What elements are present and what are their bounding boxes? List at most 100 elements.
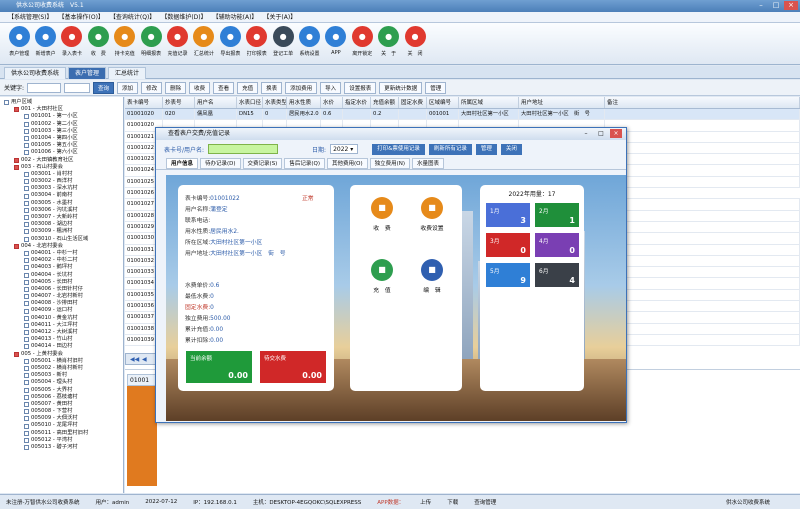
action-3[interactable]: ■ 编 辑	[412, 259, 452, 299]
column-header[interactable]: 指定水价	[343, 97, 371, 108]
column-header[interactable]: 区域编号	[427, 97, 459, 108]
tree-node[interactable]: 002 - 大田镇教育社区	[0, 157, 123, 164]
column-header[interactable]: 水表类型	[263, 97, 287, 108]
column-header[interactable]: 用户地址	[519, 97, 605, 108]
tree-node[interactable]: 005005 - 大界村	[0, 387, 123, 394]
tab-0[interactable]: 供水公司收费系统	[4, 67, 67, 79]
table-row[interactable]: 01001020 020 儒凤凰 DN15 0 居民用水2.0 0.6 0.2 001001 大田…	[125, 109, 800, 121]
tree-node[interactable]: 004014 - 田边村	[0, 343, 123, 350]
toolbar-button[interactable]: ● 充值记录	[164, 23, 190, 65]
dialog-tab[interactable]: 水量图表	[412, 158, 445, 169]
tree-node[interactable]: 003004 - 前南村	[0, 192, 123, 199]
menu-item[interactable]: 【系统管理(S)】	[8, 12, 53, 22]
toolbar-button[interactable]: ● 表户管理	[6, 23, 32, 65]
dialog-tab[interactable]: 其他费用(O)	[326, 158, 368, 169]
tree-node[interactable]: 003 - 石山村委会	[0, 164, 123, 171]
tree-node[interactable]: 005007 - 黄田村	[0, 401, 123, 408]
tab-2[interactable]: 汇总统计	[108, 67, 147, 79]
month-tile[interactable]: 1月 3	[486, 203, 530, 227]
action-button[interactable]: 充值	[237, 81, 259, 94]
dialog-tab[interactable]: 交费记录(S)	[242, 158, 283, 169]
maximize-button[interactable]: □	[769, 1, 783, 10]
toolbar-button[interactable]: ● 录入表卡	[59, 23, 85, 65]
action-button[interactable]: 导入	[320, 81, 342, 94]
dialog-tab[interactable]: 售后记录(Q)	[284, 158, 325, 169]
tree-node[interactable]: 004 - 北岩村委会	[0, 243, 123, 250]
keyword-input[interactable]	[27, 82, 62, 93]
toolbar-button[interactable]: ● 汇总统计	[191, 23, 217, 65]
toolbar-button[interactable]: ● 系统设置	[296, 23, 322, 65]
dialog-button[interactable]: 打印&票使用记录	[372, 143, 425, 155]
month-tile[interactable]: 3月 0	[486, 233, 530, 257]
tree-node[interactable]: 003005 - 水墨村	[0, 200, 123, 207]
action-button[interactable]: 添加	[117, 81, 139, 94]
tree-node[interactable]: 004006 - 长田针村仔	[0, 286, 123, 293]
column-header[interactable]: 表卡编号	[125, 97, 163, 108]
action-button[interactable]: 更新统计数据	[379, 81, 423, 94]
toolbar-button[interactable]: ● 离开锁定	[349, 23, 375, 65]
tree-node[interactable]: 004011 - 大江坪村	[0, 322, 123, 329]
column-header[interactable]: 充值余额	[371, 97, 399, 108]
action-button[interactable]: 管理	[425, 81, 447, 94]
tree-node[interactable]: 004009 - 运口村	[0, 307, 123, 314]
tree-node[interactable]: 005 - 上黄村委会	[0, 351, 123, 358]
action-1[interactable]: ■ 收费设置	[412, 197, 452, 237]
dialog-maximize-button[interactable]: □	[595, 129, 607, 138]
tree-node[interactable]: 005004 - 理头村	[0, 379, 123, 386]
first-page-icon[interactable]: ◀◀	[130, 356, 139, 363]
tree-node[interactable]: 003010 - 石山生活区域	[0, 236, 123, 243]
month-tile[interactable]: 6月 4	[535, 263, 579, 287]
search-field-select[interactable]	[64, 82, 91, 93]
close-window-button[interactable]: ×	[784, 1, 798, 10]
dialog-tab[interactable]: 用户信息	[166, 158, 199, 169]
month-tile[interactable]: 2月 1	[535, 203, 579, 227]
toolbar-button[interactable]: ● 持卡充值	[112, 23, 138, 65]
tree-node[interactable]: 001003 - 第三小区	[0, 128, 123, 135]
tree-node[interactable]: 004010 - 黄金坑村	[0, 315, 123, 322]
tree-node[interactable]: 005006 - 荔枝塘村	[0, 394, 123, 401]
toolbar-button[interactable]: ● 收 费	[85, 23, 111, 65]
column-header[interactable]: 备注	[605, 97, 800, 108]
action-0[interactable]: ■ 收 费	[362, 197, 402, 237]
toolbar-button[interactable]: ● 关 闭	[402, 23, 428, 65]
tree-node[interactable]: 001006 - 第六小区	[0, 149, 123, 156]
action-button[interactable]: 删除	[165, 81, 187, 94]
dialog-minimize-button[interactable]: –	[580, 129, 592, 138]
dialog-button[interactable]: 刷新所有记录	[428, 143, 472, 155]
tab-1[interactable]: 表户管理	[68, 67, 107, 79]
action-button[interactable]: 修改	[141, 81, 163, 94]
column-header[interactable]: 固定水费	[399, 97, 427, 108]
dialog-button[interactable]: 管理	[475, 143, 497, 155]
toolbar-button[interactable]: ● 关 于	[375, 23, 401, 65]
menu-item[interactable]: 【基本操作(O)】	[59, 12, 104, 22]
toolbar-button[interactable]: ● APP	[323, 23, 349, 65]
menu-item[interactable]: 【关于(A)】	[263, 12, 296, 22]
tree-node[interactable]: 005012 - 平湾村	[0, 437, 123, 444]
detail-tab[interactable]: 01001	[127, 374, 157, 386]
tree-node[interactable]: 004004 - 长坑村	[0, 272, 123, 279]
tree-node[interactable]: 004003 - 鹅坪村	[0, 264, 123, 271]
tree-node[interactable]: 001002 - 第二小区	[0, 121, 123, 128]
toolbar-button[interactable]: ● 登记工单	[270, 23, 296, 65]
action-button[interactable]: 添加费用	[285, 81, 318, 94]
column-header[interactable]: 所属区域	[459, 97, 519, 108]
action-button[interactable]: 设置报表	[344, 81, 377, 94]
card-search-input[interactable]	[208, 144, 279, 154]
minimize-button[interactable]: –	[754, 1, 768, 10]
dialog-button[interactable]: 关闭	[500, 143, 522, 155]
tree-node[interactable]: 001001 - 第一小区	[0, 113, 123, 120]
tree-node[interactable]: 004005 - 长田村	[0, 279, 123, 286]
toolbar-button[interactable]: ● 导出报表	[217, 23, 243, 65]
tree-node[interactable]: 005001 - 横肖村旧村	[0, 358, 123, 365]
column-header[interactable]: 抄表号	[163, 97, 195, 108]
month-tile[interactable]: 5月 9	[486, 263, 530, 287]
tree-node[interactable]: 003006 - 沟坑溪村	[0, 207, 123, 214]
action-button[interactable]: 收费	[189, 81, 211, 94]
dialog-close-button[interactable]: ×	[610, 129, 622, 138]
column-header[interactable]: 用户名	[195, 97, 237, 108]
action-2[interactable]: ■ 充 值	[362, 259, 402, 299]
prev-page-icon[interactable]: ◀	[142, 356, 147, 363]
year-select[interactable]: 2022 ▾	[330, 144, 359, 154]
tree-node[interactable]: 005011 - 高田里村旧村	[0, 430, 123, 437]
tree-node[interactable]: 005013 - 碧子河村	[0, 444, 123, 451]
